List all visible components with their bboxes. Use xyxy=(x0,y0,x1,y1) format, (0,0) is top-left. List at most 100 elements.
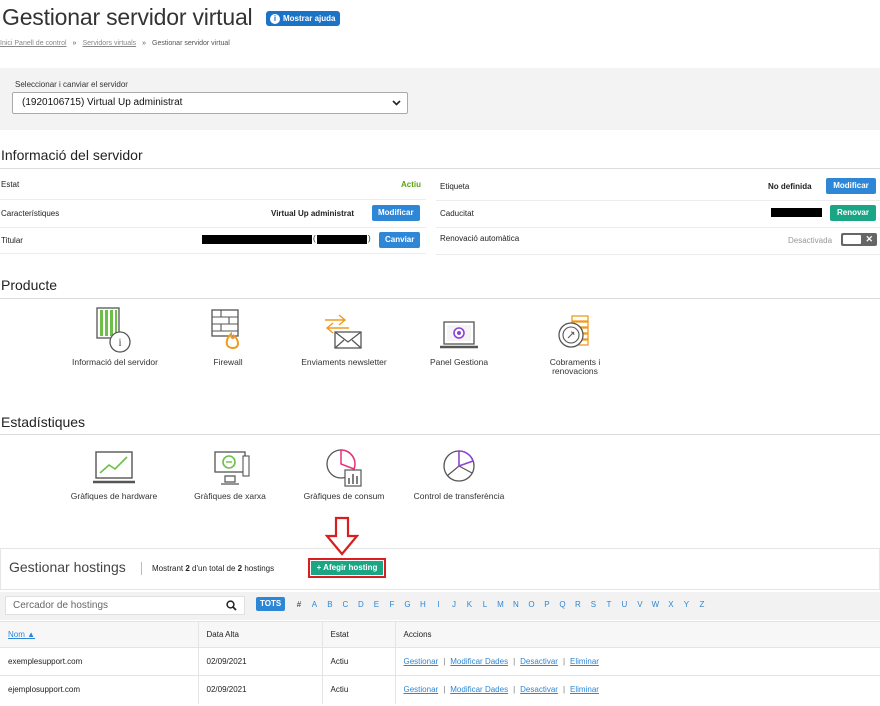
filter-letter[interactable]: Q xyxy=(555,600,571,609)
divider xyxy=(436,227,880,228)
server-select-label: Seleccionar i canviar el servidor xyxy=(15,80,128,89)
manage-link[interactable]: Gestionar xyxy=(404,685,439,694)
divider xyxy=(436,254,880,255)
column-header-date: Data Alta xyxy=(198,621,323,648)
showing-prefix: Mostrant xyxy=(152,564,184,573)
divider xyxy=(0,434,880,435)
hosting-name: exemplesupport.com xyxy=(0,647,199,676)
stats-item-hardware[interactable]: Gràfiques de hardware xyxy=(52,446,176,501)
filter-letter[interactable]: A xyxy=(307,600,323,609)
auto-renew-toggle[interactable]: ✕ xyxy=(841,233,877,246)
server-select-value: (1920106715) Virtual Up administrat xyxy=(22,97,183,108)
column-header-actions: Accions xyxy=(395,621,880,648)
breadcrumb-home-link[interactable]: Inici Panell de control xyxy=(0,40,67,47)
filter-letter[interactable]: I xyxy=(431,600,447,609)
modify-data-link[interactable]: Modificar Dades xyxy=(450,685,508,694)
search-icon[interactable] xyxy=(226,597,237,620)
filter-letter[interactable]: O xyxy=(524,600,540,609)
filter-letter[interactable]: F xyxy=(384,600,400,609)
status-label: Estat xyxy=(1,180,20,189)
server-select[interactable]: (1920106715) Virtual Up administrat xyxy=(12,92,408,114)
page-title: Gestionar servidor virtual xyxy=(2,4,253,30)
stats-item-consumption[interactable]: Gràfiques de consum xyxy=(288,446,400,501)
filter-letter[interactable]: P xyxy=(539,600,555,609)
hosting-actions: Gestionar | Modificar Dades | Desactivar | Eli… xyxy=(395,647,880,676)
divider xyxy=(436,200,880,201)
showing-mid: d'un total de xyxy=(192,564,236,573)
filter-letter[interactable]: E xyxy=(369,600,385,609)
add-hosting-label: + Afegir hosting xyxy=(311,561,383,575)
newsletter-icon xyxy=(325,314,362,349)
show-help-label: Mostrar ajuda xyxy=(283,14,336,23)
deactivate-link[interactable]: Desactivar xyxy=(520,657,558,666)
change-owner-button[interactable]: Canviar xyxy=(379,232,421,248)
hosting-status: Actiu xyxy=(322,647,396,676)
filter-letter[interactable]: K xyxy=(462,600,478,609)
column-header-name[interactable]: Nom ▲ xyxy=(0,621,199,648)
filter-letter[interactable]: J xyxy=(446,600,462,609)
stats-item-label: Gràfiques de xarxa xyxy=(194,491,266,501)
hosting-date: 02/09/2021 xyxy=(198,675,323,704)
modify-features-button[interactable]: Modificar xyxy=(372,205,420,221)
filter-letter[interactable]: Z xyxy=(694,600,710,609)
redacted-expiry-date xyxy=(771,208,822,217)
stats-item-label: Gràfiques de hardware xyxy=(70,491,158,501)
filter-letter[interactable]: C xyxy=(338,600,354,609)
filter-all-button[interactable]: TOTS xyxy=(256,597,286,611)
filter-letter[interactable]: X xyxy=(663,600,679,609)
delete-link[interactable]: Eliminar xyxy=(570,685,599,694)
features-value: Virtual Up administrat xyxy=(271,209,354,218)
filter-letter[interactable]: Y xyxy=(679,600,695,609)
showing-suffix: hostings xyxy=(244,564,275,573)
breadcrumb-virtual-servers-link[interactable]: Servidors virtuals xyxy=(82,40,136,47)
action-separator: | xyxy=(443,657,446,666)
stats-item-transfer[interactable]: Control de transferència xyxy=(400,446,518,501)
stats-item-label: Control de transferència xyxy=(413,491,505,501)
product-item-panel-gestiona[interactable]: Panel Gestiona xyxy=(414,306,504,367)
modify-tag-button[interactable]: Modificar xyxy=(826,178,876,194)
auto-renew-status: Desactivada xyxy=(788,236,833,245)
filter-letter[interactable]: G xyxy=(400,600,416,609)
product-item-newsletter[interactable]: Enviaments newsletter xyxy=(288,306,400,367)
action-separator: | xyxy=(513,685,516,695)
filter-letter[interactable]: U xyxy=(617,600,633,609)
product-item-server-info[interactable]: i Informació del servidor xyxy=(55,306,175,367)
features-label: Característiques xyxy=(1,209,60,218)
manage-link[interactable]: Gestionar xyxy=(404,657,439,666)
show-help-button[interactable]: i Mostrar ajuda xyxy=(266,11,341,26)
hostings-count-text: Mostrant 2 d'un total de 2 hostings xyxy=(152,564,274,573)
action-separator: | xyxy=(562,685,566,695)
tag-label: Etiqueta xyxy=(440,182,470,191)
search-placeholder: Cercador de hostings xyxy=(13,600,109,611)
divider xyxy=(0,227,426,228)
modify-data-link[interactable]: Modificar Dades xyxy=(450,657,508,666)
deactivate-link[interactable]: Desactivar xyxy=(520,685,558,694)
filter-letter[interactable]: M xyxy=(493,600,509,609)
filter-letter[interactable]: L xyxy=(477,600,493,609)
renew-button[interactable]: Renovar xyxy=(830,205,876,221)
product-item-label: Firewall xyxy=(213,357,243,367)
filter-letter[interactable]: H xyxy=(415,600,431,609)
filter-letter[interactable]: B xyxy=(322,600,338,609)
divider xyxy=(0,199,426,200)
status-value: Actiu xyxy=(401,180,421,189)
delete-link[interactable]: Eliminar xyxy=(570,657,599,666)
product-item-label: Informació del servidor xyxy=(72,357,158,367)
billing-icon xyxy=(558,315,589,348)
filter-letter[interactable]: N xyxy=(508,600,524,609)
filter-letter[interactable]: W xyxy=(648,600,664,609)
filter-letter[interactable]: V xyxy=(632,600,648,609)
stats-item-network[interactable]: Gràfiques de xarxa xyxy=(180,446,280,501)
filter-letter[interactable]: D xyxy=(353,600,369,609)
filter-letter[interactable]: S xyxy=(586,600,602,609)
filter-letter[interactable]: # xyxy=(291,600,307,609)
product-item-billing[interactable]: Cobraments i renovacions xyxy=(530,306,620,376)
filter-letter[interactable]: R xyxy=(570,600,586,609)
table-row: exemplesupport.com 02/09/2021 Actiu Gest… xyxy=(0,647,880,676)
product-item-firewall[interactable]: Firewall xyxy=(178,306,278,367)
add-hosting-button[interactable]: + Afegir hosting xyxy=(308,558,386,578)
filter-letter[interactable]: T xyxy=(601,600,617,609)
stats-item-label: Gràfiques de consum xyxy=(303,491,385,501)
action-separator: | xyxy=(513,657,516,666)
hostings-search-input[interactable]: Cercador de hostings xyxy=(5,596,245,615)
